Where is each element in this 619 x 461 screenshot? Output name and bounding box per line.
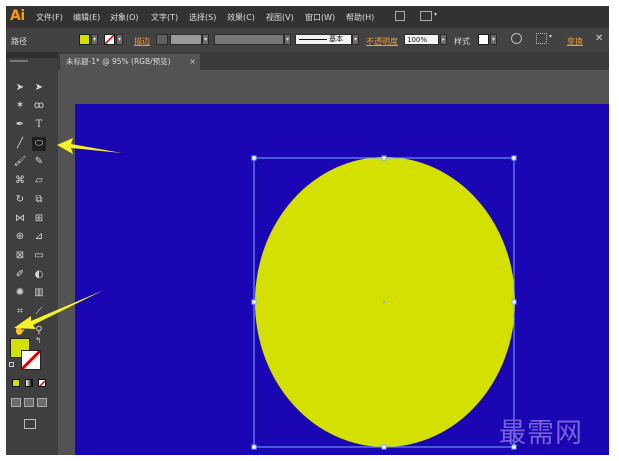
arrow-pointing-ellipse-tool (57, 138, 122, 154)
arrow-pointing-fill-color (14, 290, 104, 329)
annotation-overlay (14, 138, 122, 329)
watermark: 最需网 (499, 418, 583, 449)
